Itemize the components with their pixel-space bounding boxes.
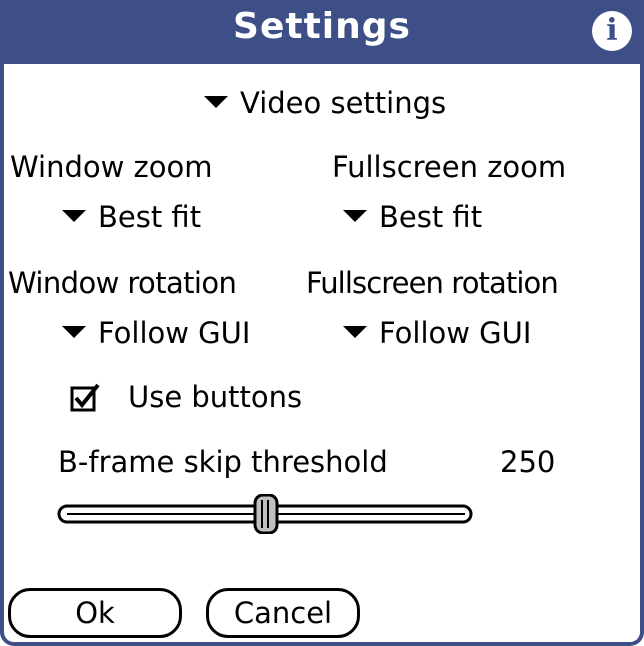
use-buttons-label: Use buttons [128,380,303,414]
bframe-skip-label: B-frame skip threshold [58,445,388,479]
fullscreen-rotation-label: Fullscreen rotation [306,266,559,300]
fullscreen-zoom-label: Fullscreen zoom [332,150,567,184]
fullscreen-zoom-dropdown[interactable]: Best fit [343,200,482,234]
window-rotation-value: Follow GUI [98,316,251,350]
dialog-title: Settings [233,6,411,47]
dropdown-arrow-icon [204,96,228,108]
fullscreen-zoom-value: Best fit [379,200,483,234]
bframe-skip-value: 250 [500,445,556,479]
ok-button[interactable]: Ok [8,588,182,638]
window-zoom-label: Window zoom [10,150,213,184]
dropdown-arrow-icon [62,210,86,222]
fullscreen-rotation-dropdown[interactable]: Follow GUI [343,316,531,350]
fullscreen-rotation-value: Follow GUI [379,316,532,350]
slider-thumb[interactable] [253,494,279,534]
cancel-button[interactable]: Cancel [206,588,360,638]
section-selector[interactable]: Video settings [204,86,446,120]
dropdown-arrow-icon [343,210,367,222]
bframe-skip-slider[interactable] [57,494,475,534]
window-rotation-label: Window rotation [8,266,237,300]
dropdown-arrow-icon [343,326,367,338]
dropdown-arrow-icon [62,326,86,338]
use-buttons-checkbox[interactable] [70,383,100,413]
title-bar: Settings i [0,0,644,64]
section-selector-label: Video settings [240,86,447,120]
window-rotation-dropdown[interactable]: Follow GUI [62,316,250,350]
window-zoom-dropdown[interactable]: Best fit [62,200,201,234]
info-icon[interactable]: i [592,11,632,51]
window-zoom-value: Best fit [98,200,202,234]
